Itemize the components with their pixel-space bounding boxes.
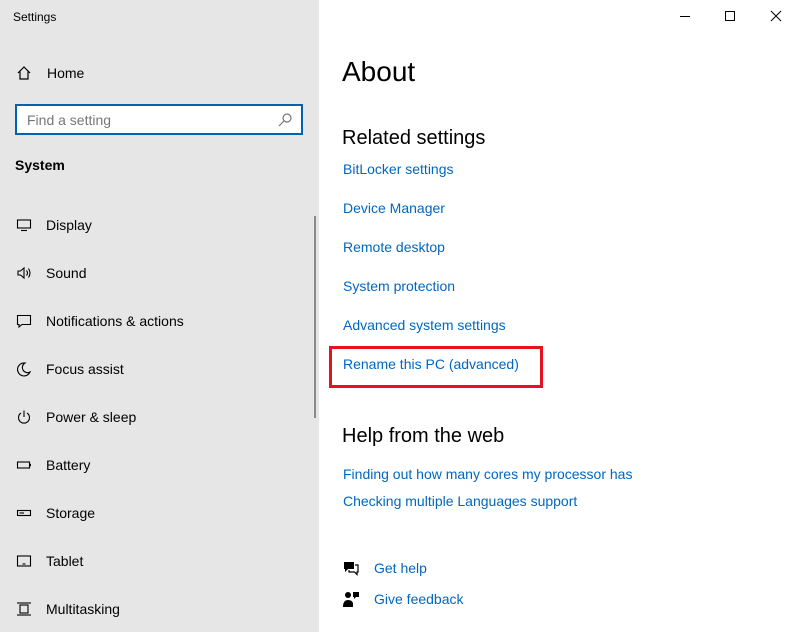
sound-icon: [15, 264, 33, 282]
home-label: Home: [47, 65, 85, 81]
nav-item-label: Power & sleep: [46, 409, 137, 425]
close-button[interactable]: [753, 0, 799, 32]
nav-item-label: Notifications & actions: [46, 313, 184, 329]
search-box[interactable]: [15, 104, 303, 135]
give-feedback-icon: [342, 590, 360, 608]
sidebar: Settings Home System Display Sound Notif…: [0, 0, 319, 632]
battery-icon: [15, 456, 33, 474]
nav-item-label: Focus assist: [46, 361, 124, 377]
nav-item-sound[interactable]: Sound: [0, 249, 312, 297]
processor-cores-link[interactable]: Finding out how many cores my processor …: [343, 466, 632, 482]
sidebar-scrollbar[interactable]: [314, 216, 316, 418]
nav-item-notifications[interactable]: Notifications & actions: [0, 297, 312, 345]
close-icon: [770, 10, 782, 22]
focus-assist-icon: [15, 360, 33, 378]
nav-item-power-sleep[interactable]: Power & sleep: [0, 393, 312, 441]
nav-item-display[interactable]: Display: [0, 201, 312, 249]
device-manager-link[interactable]: Device Manager: [343, 200, 445, 216]
nav-item-label: Multitasking: [46, 601, 120, 617]
nav-list: Display Sound Notifications & actions Fo…: [0, 201, 312, 632]
minimize-button[interactable]: [662, 0, 708, 32]
home-icon: [15, 64, 33, 82]
nav-item-tablet[interactable]: Tablet: [0, 537, 312, 585]
section-title: System: [15, 157, 65, 173]
nav-item-label: Storage: [46, 505, 96, 521]
app-title: Settings: [13, 10, 57, 24]
maximize-button[interactable]: [707, 0, 753, 32]
get-help-icon: [342, 559, 360, 577]
tablet-icon: [15, 552, 33, 570]
highlight-box: [329, 346, 543, 388]
system-protection-link[interactable]: System protection: [343, 278, 455, 294]
nav-item-label: Tablet: [46, 553, 84, 569]
help-from-web-heading: Help from the web: [342, 425, 505, 447]
get-help-link[interactable]: Get help: [374, 560, 427, 576]
related-settings-heading: Related settings: [342, 127, 486, 149]
nav-item-label: Battery: [46, 457, 91, 473]
advanced-system-settings-link[interactable]: Advanced system settings: [343, 317, 506, 333]
give-feedback-link[interactable]: Give feedback: [374, 591, 464, 607]
give-feedback-row[interactable]: Give feedback: [342, 590, 464, 608]
storage-icon: [15, 504, 33, 522]
nav-item-focus-assist[interactable]: Focus assist: [0, 345, 312, 393]
nav-item-multitasking[interactable]: Multitasking: [0, 585, 312, 632]
nav-item-battery[interactable]: Battery: [0, 441, 312, 489]
notifications-icon: [15, 312, 33, 330]
search-input[interactable]: [27, 111, 277, 128]
power-icon: [15, 408, 33, 426]
multitasking-icon: [15, 600, 33, 618]
maximize-icon: [725, 11, 735, 21]
nav-item-storage[interactable]: Storage: [0, 489, 312, 537]
bitlocker-settings-link[interactable]: BitLocker settings: [343, 161, 454, 177]
display-icon: [15, 216, 33, 234]
page-title: About: [342, 56, 416, 87]
minimize-icon: [680, 16, 690, 17]
nav-item-label: Sound: [46, 265, 87, 281]
nav-item-label: Display: [46, 217, 92, 233]
languages-support-link[interactable]: Checking multiple Languages support: [343, 493, 577, 509]
search-icon[interactable]: [277, 112, 293, 128]
remote-desktop-link[interactable]: Remote desktop: [343, 239, 445, 255]
home-nav-item[interactable]: Home: [15, 62, 84, 84]
get-help-row[interactable]: Get help: [342, 559, 427, 577]
